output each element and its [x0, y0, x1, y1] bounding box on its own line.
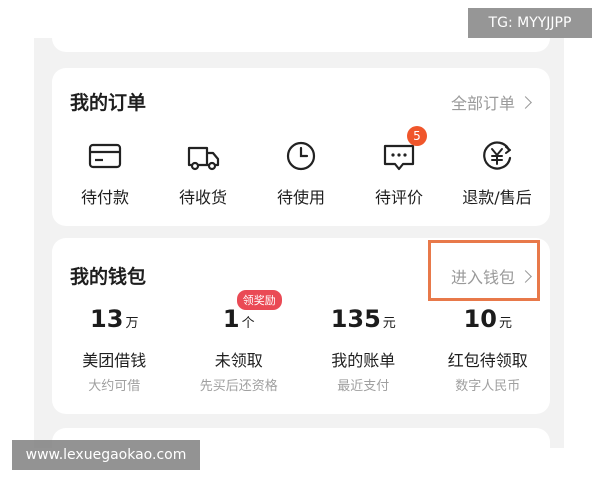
- orders-title: 我的订单: [70, 92, 147, 114]
- watermark-bottom: www.lexuegaokao.com: [12, 440, 200, 470]
- wallet-sublabel: 数字人民币: [455, 379, 521, 394]
- watermark-top: TG: MYYJJPP: [468, 8, 592, 38]
- review-count-badge: 5: [407, 126, 427, 146]
- chevron-right-icon: [519, 95, 532, 109]
- order-label: 待付款: [80, 188, 129, 207]
- comment-icon: 5: [381, 126, 427, 174]
- clock-icon: [283, 138, 319, 174]
- wallet-loan[interactable]: 13 万 美团借钱 大约可借: [54, 304, 174, 394]
- wallet-summary-list: 13 万 美团借钱 大约可借 领奖励 1个 未领取 先买后还资格 135 元 我的账…: [52, 290, 550, 394]
- wallet-bill[interactable]: 135 元 我的账单 最近支付: [303, 304, 423, 394]
- all-orders-link[interactable]: 全部订单: [450, 90, 532, 114]
- wallet-sublabel: 先买后还资格: [199, 379, 278, 394]
- reward-badge: 领奖励: [236, 290, 282, 310]
- card-icon: [87, 138, 123, 174]
- wallet-title: 我的钱包: [70, 266, 147, 288]
- wallet-label: 美团借钱: [82, 351, 147, 370]
- wallet-label: 我的账单: [331, 351, 396, 370]
- wallet-unclaimed[interactable]: 领奖励 1个 未领取 先买后还资格: [179, 290, 299, 394]
- order-status-list: 待付款 待收货 待使用 5 待评价 退款/售后: [52, 126, 550, 208]
- order-pending-review[interactable]: 5 待评价: [354, 126, 444, 208]
- wallet-red-packet[interactable]: 10 元 红包待领取 数字人民币: [428, 304, 548, 394]
- wallet-value: 10 元: [463, 305, 512, 333]
- order-pending-use[interactable]: 待使用: [256, 138, 346, 208]
- yuan-icon: [479, 138, 515, 174]
- truck-icon: [185, 138, 221, 174]
- order-pending-payment[interactable]: 待付款: [60, 138, 150, 208]
- order-refund[interactable]: 退款/售后: [452, 138, 542, 208]
- highlight-annotation-box: [428, 240, 540, 301]
- orders-card: 我的订单 全部订单 待付款 待收货 待使用 5 待评价 退款/售后: [52, 68, 550, 226]
- wallet-label: 红包待领取: [447, 351, 528, 370]
- all-orders-label: 全部订单: [450, 94, 515, 113]
- wallet-sublabel: 最近支付: [337, 379, 390, 394]
- wallet-value: 135 元: [330, 305, 396, 333]
- order-label: 退款/售后: [462, 188, 532, 207]
- wallet-value: 13 万: [90, 305, 139, 333]
- wallet-label: 未领取: [214, 351, 263, 370]
- order-label: 待评价: [374, 188, 423, 207]
- wallet-sublabel: 大约可借: [88, 379, 141, 394]
- order-label: 待使用: [276, 188, 325, 207]
- order-label: 待收货: [178, 188, 227, 207]
- order-pending-delivery[interactable]: 待收货: [158, 138, 248, 208]
